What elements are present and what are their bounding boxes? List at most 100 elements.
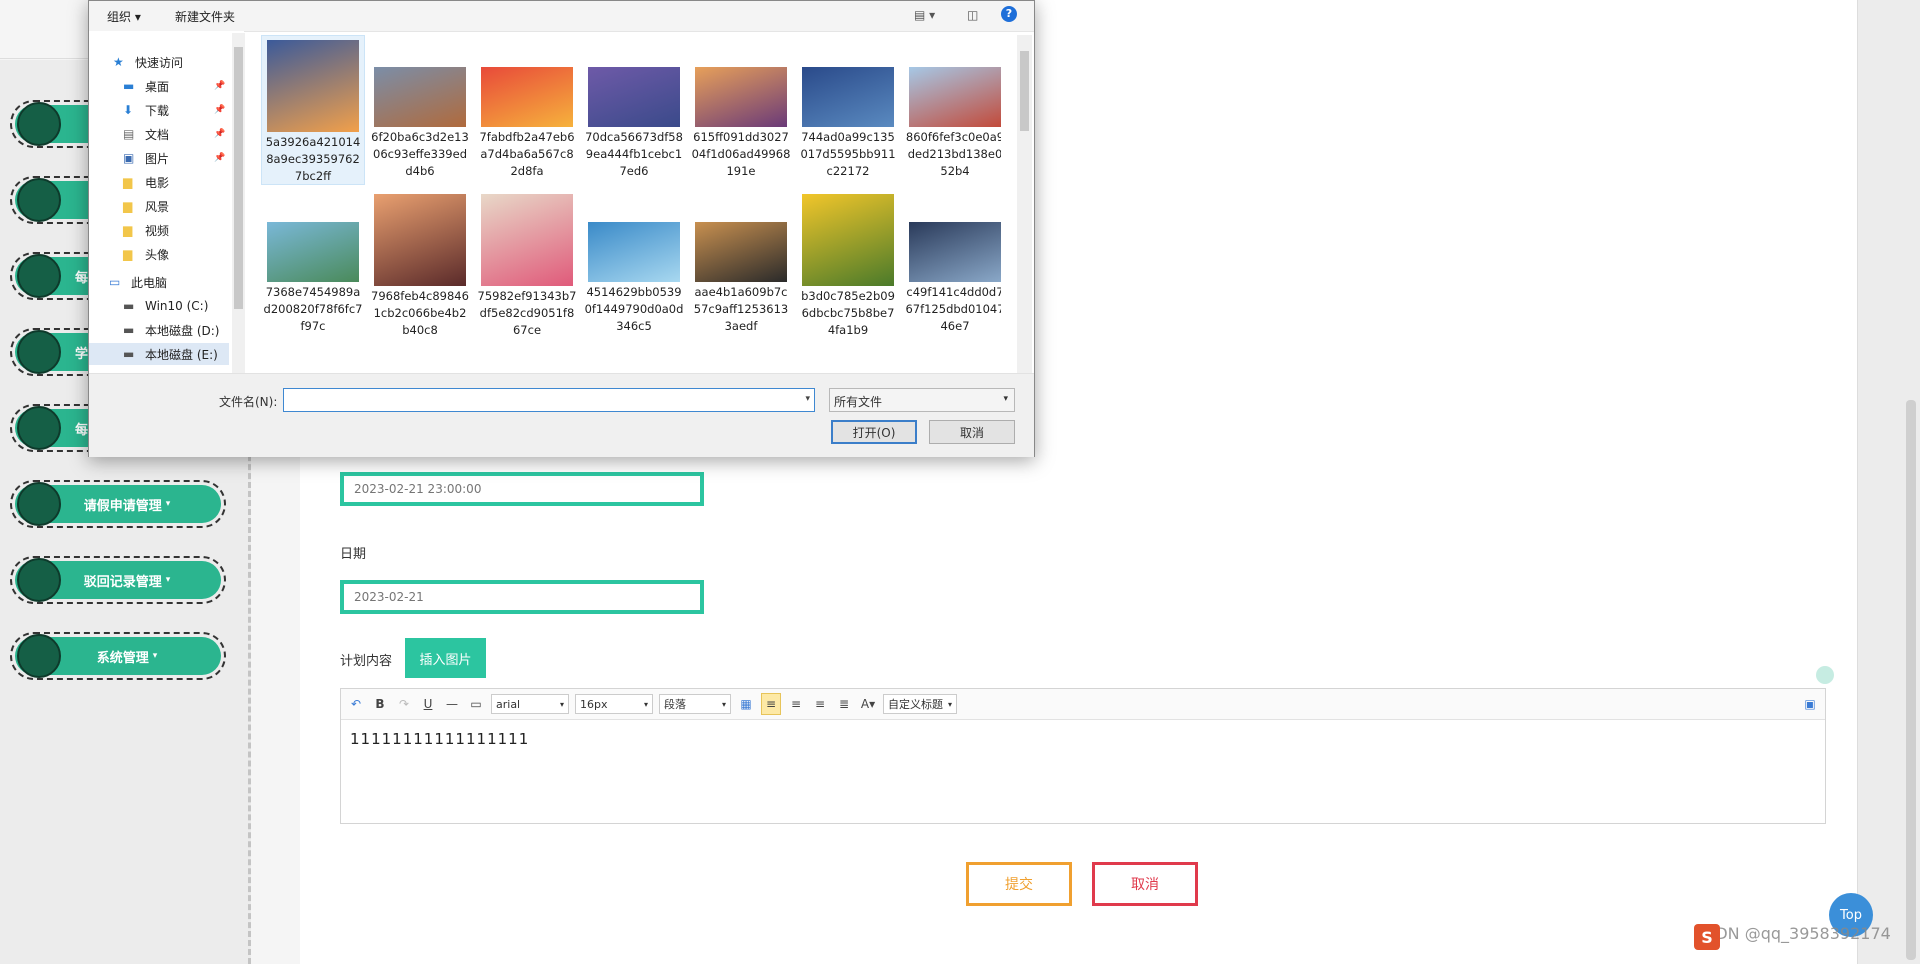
sidebar-item[interactable]: 请假申请管理 ▾ [10,480,226,528]
datetime-input[interactable] [340,472,704,506]
sidebar-item-dot [17,558,61,602]
organize-button[interactable]: 组织 ▾ [107,8,141,25]
font-family-select[interactable]: arial ▾ [491,694,569,714]
sidebar-item-label: 每 [75,270,89,286]
font-size-value: 16px [580,697,608,711]
redo-icon[interactable]: ↷ [395,694,413,714]
file-item[interactable]: 5a3926a4210148a9ec393597627bc2ff [261,35,365,185]
paragraph-select[interactable]: 段落 ▾ [659,694,731,714]
help-icon[interactable]: ? [1001,6,1017,22]
dialog-cancel-button[interactable]: 取消 [929,420,1015,444]
sidebar-item[interactable]: 系统管理 ▾ [10,632,226,680]
download-icon: ⬇ [123,102,134,117]
pin-icon: 📌 [214,105,226,115]
file-item[interactable]: 75982ef91343b7df5e82cd9051f867ce [475,190,579,340]
file-name: c49f141c4dd0d767f125dbd0104746e7 [905,285,1001,333]
font-color-label: A [860,697,870,711]
filetype-value: 所有文件 [834,395,883,409]
file-item[interactable]: 7968feb4c898461cb2c066be4b2b40c8 [368,190,472,340]
nav-scroll-thumb[interactable] [234,47,243,309]
submit-button[interactable]: 提交 [966,862,1072,906]
nav-item[interactable]: ★ 快速访问 [89,51,229,73]
chevron-down-icon: ▾ [165,499,171,509]
page-scrollbar[interactable] [1906,400,1916,960]
undo-icon[interactable]: ↶ [347,694,365,714]
file-item[interactable]: 7fabdfb2a47eb6a7d4ba6a567c82d8fa [475,35,579,185]
file-item[interactable]: 7368e7454989ad200820f78f6fc7f97c [261,190,365,340]
new-folder-button[interactable]: 新建文件夹 [175,8,235,25]
nav-item-label: 下载 [145,103,170,118]
open-button[interactable]: 打开(O) [831,420,917,444]
insert-image-button[interactable]: 插入图片 [405,638,486,678]
nav-item[interactable]: ▬ 桌面 📌 [89,75,229,97]
date-input[interactable] [340,580,704,614]
file-open-dialog: 组织 ▾ 新建文件夹 ▤ ▾ ◫ ? ★ 快速访问 ▬ 桌面 📌 ⬇ 下载 📌 ▤ 文档 📌 ▣ 图片 📌… [88,0,1035,457]
nav-item[interactable]: ▬ 本地磁盘 (D:) [89,319,229,341]
view-options-icon[interactable]: ▤ ▾ [914,8,935,22]
nav-item[interactable]: ▆ 电影 [89,171,229,193]
sidebar-item-label: 驳回记录管理 [83,574,162,590]
file-name: 860f6fef3c0e0a9ded213bd138e052b4 [905,130,1001,178]
font-size-select[interactable]: 16px ▾ [575,694,653,714]
file-item[interactable]: 70dca56673df589ea444fb1cebc17ed6 [582,35,686,185]
drive-icon: ▬ [123,322,135,337]
file-scrollbar[interactable] [1017,35,1032,373]
folder-icon: ▆ [123,222,133,237]
file-item[interactable]: 4514629bb05390f1449790d0a0d346c5 [582,190,686,340]
horizontal-rule-icon[interactable]: — [443,694,461,714]
file-name: aae4b1a609b7c57c9aff12536133aedf [693,285,789,333]
pin-icon: 📌 [214,153,226,163]
sidebar-item-label: 每 [75,422,89,438]
file-item[interactable]: b3d0c785e2b096dbcbc75b8be74fa1b9 [796,190,900,340]
filename-input[interactable]: ▾ [283,388,815,412]
align-center-icon[interactable]: ≡ [787,694,805,714]
justify-icon[interactable]: ≣ [835,694,853,714]
nav-item[interactable]: ▬ Win10 (C:) [89,295,229,317]
clear-format-icon[interactable]: ▭ [467,694,485,714]
image-thumbnail [909,222,1001,282]
file-name: 7368e7454989ad200820f78f6fc7f97c [263,285,363,333]
file-scroll-thumb[interactable] [1020,51,1029,131]
nav-item-label: 图片 [145,151,170,166]
chevron-down-icon[interactable]: ▾ [805,394,810,404]
nav-item-label: Win10 (C:) [145,299,209,313]
nav-item[interactable]: ▣ 图片 📌 [89,147,229,169]
nav-item[interactable]: ▤ 文档 📌 [89,123,229,145]
nav-item[interactable]: ▆ 风景 [89,195,229,217]
cancel-button[interactable]: 取消 [1092,862,1198,906]
file-item[interactable] [261,345,365,373]
table-icon[interactable]: ▦ [737,694,755,714]
file-item[interactable]: 860f6fef3c0e0a9ded213bd138e052b4 [903,35,1001,185]
fullscreen-icon[interactable]: ▣ [1801,694,1819,714]
custom-title-select[interactable]: 自定义标题 ▾ [883,694,957,714]
image-thumbnail [802,67,894,127]
sidebar-item[interactable]: 驳回记录管理 ▾ [10,556,226,604]
nav-item[interactable]: ▬ 本地磁盘 (E:) [89,343,229,365]
file-item[interactable]: c49f141c4dd0d767f125dbd0104746e7 [903,190,1001,340]
folder-icon: ▆ [123,246,133,261]
align-right-icon[interactable]: ≡ [811,694,829,714]
file-item[interactable]: 615ff091dd302704f1d06ad49968191e [689,35,793,185]
file-name: 615ff091dd302704f1d06ad49968191e [691,130,791,178]
filetype-select[interactable]: 所有文件 ▾ [829,388,1015,412]
underline-button[interactable]: U [419,694,437,714]
preview-pane-icon[interactable]: ◫ [967,8,978,22]
sidebar-item-dot [17,102,61,146]
nav-scrollbar[interactable] [232,33,245,373]
file-name: 70dca56673df589ea444fb1cebc17ed6 [585,130,683,178]
nav-item[interactable]: ▆ 视频 [89,219,229,241]
nav-item[interactable]: ⬇ 下载 📌 [89,99,229,121]
image-thumbnail [267,222,359,282]
file-item[interactable]: 6f20ba6c3d2e1306c93effe339edd4b6 [368,35,472,185]
font-color-button[interactable]: A ▾ [859,694,877,714]
nav-item[interactable]: ▭ 此电脑 [89,271,229,293]
align-left-icon[interactable]: ≡ [761,693,781,715]
editor-content[interactable]: 11111111111111111 [341,720,1825,758]
file-item[interactable]: aae4b1a609b7c57c9aff12536133aedf [689,190,793,340]
nav-item-label: 本地磁盘 (D:) [145,323,220,338]
image-thumbnail [481,194,573,286]
nav-item[interactable]: ▆ 头像 [89,243,229,265]
rich-text-editor[interactable]: ↶ B ↷ U — ▭ arial ▾ 16px ▾ 段落 ▾ ▦ ≡ ≡ ≡ ≣ A… [340,688,1826,824]
file-item[interactable]: 744ad0a99c135017d5595bb911c22172 [796,35,900,185]
bold-button[interactable]: B [371,694,389,714]
